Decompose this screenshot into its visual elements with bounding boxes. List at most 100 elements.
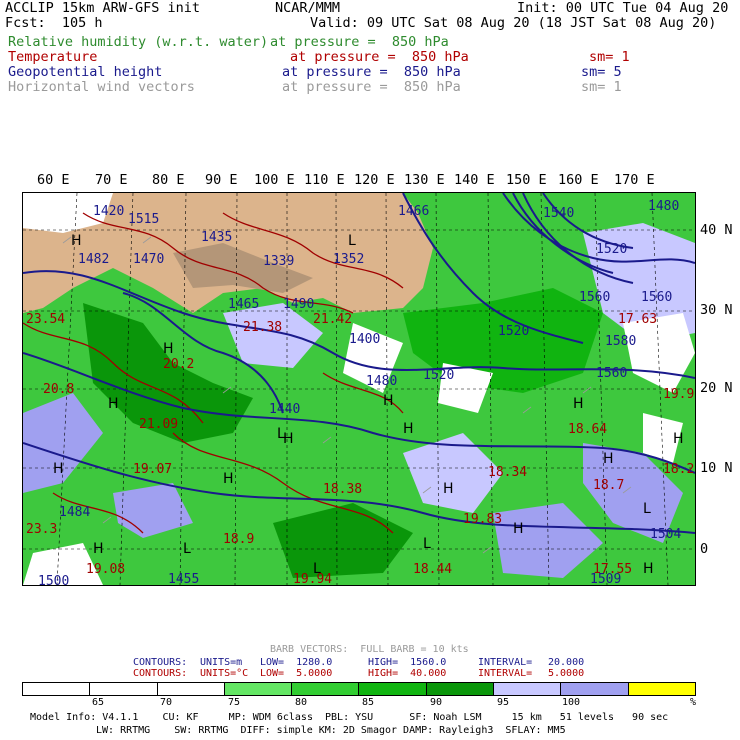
- temp-label: 20.8: [43, 382, 74, 397]
- field-rh-level: at pressure = 850 hPa: [270, 34, 449, 50]
- lat-label: 0: [700, 541, 709, 557]
- height-label: 1580: [605, 334, 636, 349]
- colorbar-label: %: [690, 697, 697, 708]
- lon-label: 110 E: [304, 172, 345, 188]
- height-label: 1520: [423, 368, 454, 383]
- temp-label: 18.2: [663, 462, 694, 477]
- height-label: 1352: [333, 252, 364, 267]
- colorbar-swatch: [23, 683, 91, 695]
- pressure-center: L: [313, 561, 321, 577]
- height-label: 1484: [59, 505, 90, 520]
- model-info-line2: LW: RRTMG SW: RRTMG DIFF: simple KM: 2D …: [96, 725, 566, 736]
- height-label: 1520: [596, 242, 627, 257]
- lon-label: 70 E: [95, 172, 128, 188]
- pressure-center: H: [403, 421, 414, 437]
- temp-label: 18.64: [568, 422, 607, 437]
- lon-label: 90 E: [205, 172, 238, 188]
- height-label: 1465: [228, 297, 259, 312]
- height-label: 1466: [398, 204, 429, 219]
- weather-map: 1420 1515 1435 1470 1482 1465 1490 1339 …: [22, 192, 696, 586]
- colorbar-label: 75: [228, 697, 241, 708]
- temp-label: 18.34: [488, 465, 527, 480]
- valid-time: Valid: 09 UTC Sat 08 Aug 20 (18 JST Sat …: [310, 15, 717, 31]
- colorbar-label: 95: [497, 697, 510, 708]
- temp-label: 23.54: [26, 312, 65, 327]
- height-label: 1440: [269, 402, 300, 417]
- temp-label: 17.55: [593, 562, 632, 577]
- colorbar-label: 80: [295, 697, 308, 708]
- pressure-center: H: [513, 521, 524, 537]
- pressure-center: H: [443, 481, 454, 497]
- pressure-center: L: [183, 541, 191, 557]
- contour-interval-value: 20.000: [548, 657, 585, 668]
- pressure-center: H: [163, 341, 174, 357]
- field-temp-name: Temperature: [8, 49, 98, 65]
- temp-label: 23.3: [26, 522, 57, 537]
- field-wind-sm: sm= 1: [581, 79, 622, 95]
- temp-label: 18.38: [323, 482, 362, 497]
- lon-label: 60 E: [37, 172, 70, 188]
- pressure-center: L: [643, 501, 651, 517]
- temp-label: 18.7: [593, 478, 624, 493]
- lon-label: 120 E: [354, 172, 395, 188]
- contour-high: HIGH= 40.000: [368, 668, 447, 679]
- colorbar-swatch: [90, 683, 158, 695]
- temp-label: 19.96: [663, 387, 695, 402]
- pressure-center: H: [673, 431, 684, 447]
- contour-label: CONTOURS:: [133, 657, 188, 668]
- pressure-center: H: [71, 233, 82, 249]
- temp-label: 19.08: [86, 562, 125, 577]
- height-label: 1515: [128, 212, 159, 227]
- rh-colorbar: [22, 682, 696, 696]
- colorbar-swatch: [628, 683, 695, 695]
- colorbar-swatch: [561, 683, 629, 695]
- colorbar-swatch: [157, 683, 225, 695]
- contour-interval: INTERVAL=: [478, 657, 533, 668]
- contour-units: UNITS=m: [200, 657, 243, 668]
- colorbar-swatch: [494, 683, 562, 695]
- lat-label: 10 N: [700, 460, 733, 476]
- temp-label: 21.42: [313, 312, 352, 327]
- field-temp-sm: sm= 1: [589, 49, 630, 65]
- contour-units: UNITS=°C: [200, 668, 249, 679]
- field-wind-name: Horizontal wind vectors: [8, 79, 195, 95]
- height-label: 1540: [543, 206, 574, 221]
- barb-legend: BARB VECTORS: FULL BARB = 10 kts: [270, 644, 469, 655]
- height-label: 1560: [596, 366, 627, 381]
- field-temp-level: at pressure = 850 hPa: [290, 49, 469, 65]
- height-label: 1560: [641, 290, 672, 305]
- contour-low: LOW= 5.0000: [260, 668, 333, 679]
- init-time: Init: 00 UTC Tue 04 Aug 20: [517, 0, 729, 16]
- height-label: 1480: [648, 199, 679, 214]
- lat-label: 40 N: [700, 222, 733, 238]
- pressure-center: H: [93, 541, 104, 557]
- colorbar-swatch: [292, 683, 360, 695]
- contour-interval: INTERVAL=: [478, 668, 533, 679]
- pressure-center: H: [108, 396, 119, 412]
- temp-label: 19.83: [463, 512, 502, 527]
- pressure-center: H: [53, 461, 64, 477]
- pressure-center: H: [643, 561, 654, 577]
- lon-label: 100 E: [254, 172, 295, 188]
- pressure-center: H: [603, 451, 614, 467]
- colorbar-swatch: [426, 683, 495, 695]
- lon-label: 140 E: [454, 172, 495, 188]
- field-height-name: Geopotential height: [8, 64, 163, 80]
- model-title: ACCLIP 15km ARW-GFS init: [5, 0, 201, 16]
- height-label: 1490: [283, 297, 314, 312]
- model-info-line1: Model Info: V4.1.1 CU: KF MP: WDM 6class…: [30, 712, 669, 723]
- field-rh-name: Relative humidity (w.r.t. water): [8, 34, 269, 50]
- height-label: 1339: [263, 254, 294, 269]
- lon-label: 130 E: [404, 172, 445, 188]
- lon-label: 160 E: [558, 172, 599, 188]
- contour-low: LOW= 1280.0: [260, 657, 333, 668]
- temp-label: 18.9: [223, 532, 254, 547]
- contour-label: CONTOURS:: [133, 668, 188, 679]
- colorbar-swatch: [224, 683, 293, 695]
- colorbar-label: 85: [362, 697, 375, 708]
- pressure-center: H: [223, 471, 234, 487]
- lon-label: 170 E: [614, 172, 655, 188]
- height-label: 1455: [168, 572, 199, 585]
- lat-label: 30 N: [700, 302, 733, 318]
- height-label: 1560: [579, 290, 610, 305]
